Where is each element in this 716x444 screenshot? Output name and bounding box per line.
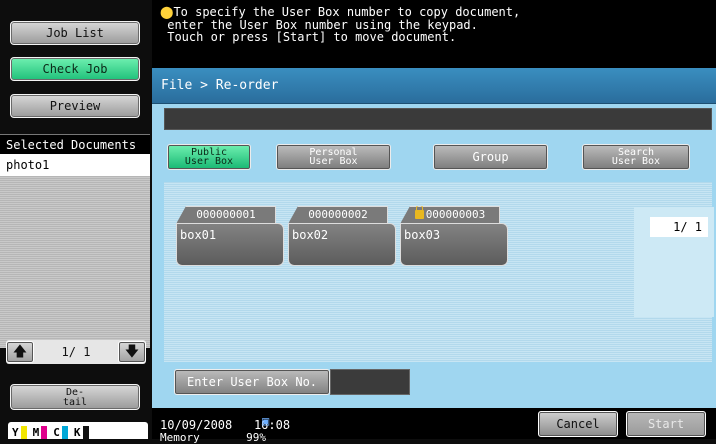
enter-user-box-no-button[interactable]: Enter User Box No. [174, 369, 330, 395]
toner-label: C [53, 426, 60, 439]
detail-button[interactable]: De- tail [10, 384, 140, 410]
toner-label: M [32, 426, 40, 439]
user-box-folder[interactable]: 000000002 box02 [288, 206, 396, 266]
toner-cyan: C [53, 426, 68, 439]
toner-black: K [74, 426, 89, 439]
toner-levels: Y M C K [8, 422, 148, 439]
detail-label-line2: tail [62, 397, 88, 408]
tab-personal-user-box[interactable]: Personal User Box [276, 144, 391, 170]
lock-icon [414, 206, 424, 219]
toner-bar-icon [20, 426, 27, 439]
user-box-number: 000000003 [425, 208, 486, 221]
arrow-up-icon: 🡅 [12, 344, 28, 360]
message-line3: Touch or press [Start] to move document. [160, 30, 457, 44]
instruction-message: ⬤To specify the User Box number to copy … [152, 0, 716, 68]
tab-public-user-box[interactable]: Public User Box [167, 144, 251, 170]
user-box-folder[interactable]: 000000001 box01 [176, 206, 284, 266]
breadcrumb: File > Re-order [152, 68, 716, 104]
start-button[interactable]: Start [626, 411, 706, 437]
memory-status: Memory 99% [160, 431, 266, 444]
preview-button[interactable]: Preview [10, 94, 140, 118]
box-number-display [164, 108, 712, 130]
date-time: 10/09/2008 16:08 [160, 418, 290, 432]
cancel-button[interactable]: Cancel [538, 411, 618, 437]
check-job-button[interactable]: Check Job [10, 57, 140, 81]
toner-bar-icon [82, 426, 89, 439]
toner-bar-icon [41, 426, 48, 439]
selected-documents-panel: Selected Documents photo1 [0, 134, 150, 348]
user-box-number: 000000002 [288, 206, 388, 224]
box-list-pager: 1/ 1 [634, 207, 714, 317]
selected-documents-page-indicator: 1/ 1 [61, 345, 91, 359]
time: 16:08 [253, 418, 291, 432]
toner-bar-icon [61, 426, 68, 439]
toner-yellow: Y [12, 426, 27, 439]
memory-label: Memory [160, 431, 200, 444]
job-list-button[interactable]: Job List [10, 21, 140, 45]
box-list-page-indicator: 1/ 1 [650, 217, 708, 237]
user-box-list: 000000001 box01 000000002 box02 00000000… [164, 182, 712, 362]
network-icon: ▣ [262, 414, 270, 428]
selected-documents-pager: 🡅 1/ 1 🡇 [6, 340, 146, 364]
user-box-no-field[interactable] [330, 369, 410, 395]
toner-magenta: M [33, 426, 48, 439]
selected-document-item[interactable]: photo1 [0, 154, 150, 176]
user-box-folder[interactable]: 000000003 box03 [400, 206, 508, 266]
status-bar: 10/09/2008 16:08 Memory 99% ▣ Cancel Sta… [152, 408, 716, 444]
toner-label: K [73, 426, 81, 439]
tab-label-line2: User Box [309, 156, 358, 167]
tab-label-line2: User Box [611, 156, 661, 167]
toner-label: Y [12, 426, 19, 439]
page-down-button[interactable]: 🡇 [118, 341, 146, 363]
user-box-name: box02 [288, 223, 396, 266]
user-box-number: 000000001 [176, 206, 276, 224]
arrow-down-icon: 🡇 [124, 344, 140, 360]
tab-label-line2: User Box [184, 156, 234, 167]
user-box-number-tab: 000000003 [400, 206, 500, 224]
selected-documents-heading: Selected Documents [0, 134, 150, 154]
main-area: File > Re-order Public User Box Personal… [152, 68, 716, 408]
tab-search-user-box[interactable]: Search User Box [582, 144, 690, 170]
user-box-name: box03 [400, 223, 508, 266]
tab-label: Group [472, 150, 509, 164]
date: 10/09/2008 [160, 418, 233, 432]
page-up-button[interactable]: 🡅 [6, 341, 34, 363]
user-box-name: box01 [176, 223, 284, 266]
left-panel: Job List Check Job Preview Selected Docu… [0, 0, 152, 439]
tab-group[interactable]: Group [433, 144, 548, 170]
memory-value: 99% [246, 431, 266, 444]
